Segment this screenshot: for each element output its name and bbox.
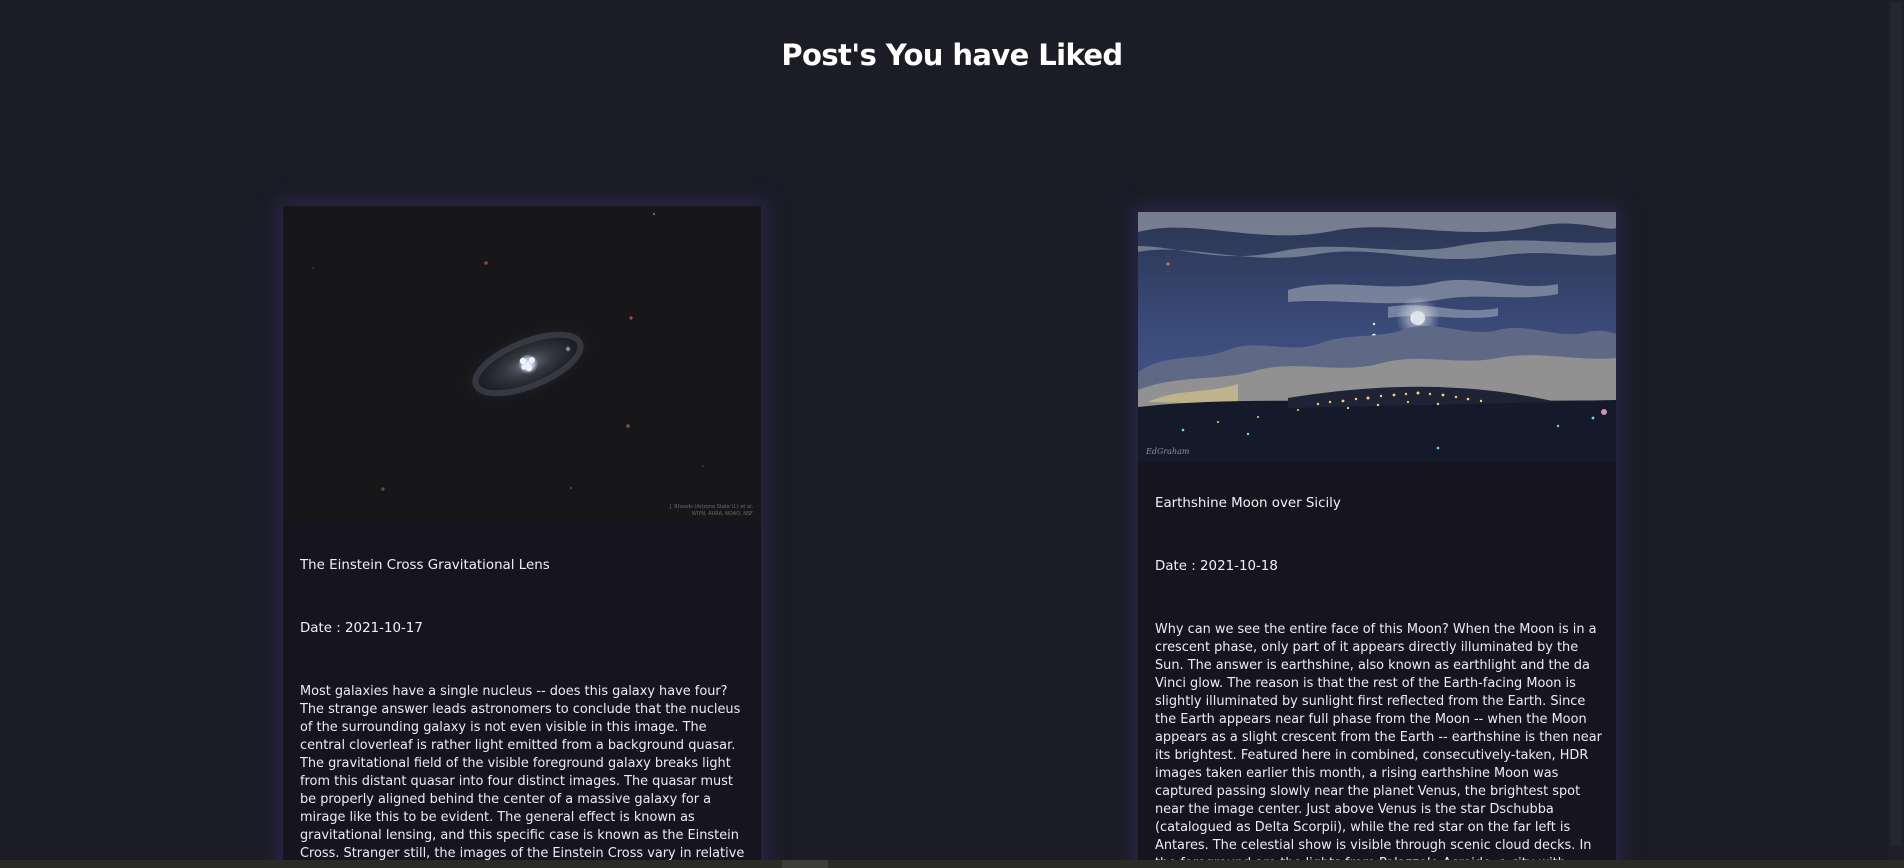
vertical-scrollbar[interactable] (1888, 0, 1904, 860)
post-image-moon-sicily: EdGraham (1138, 212, 1616, 462)
svg-text:J. Rhoads (Arizona State U.) e: J. Rhoads (Arizona State U.) et al. (669, 504, 754, 510)
post-description: Most galaxies have a single nucleus -- d… (300, 684, 745, 868)
post-title: The Einstein Cross Gravitational Lens (300, 558, 550, 573)
liked-post-card: J. Rhoads (Arizona State U.) et al. WIYN… (283, 206, 761, 868)
vertical-scrollbar-thumb[interactable] (1890, 2, 1902, 846)
horizontal-scrollbar-thumb[interactable] (782, 860, 828, 868)
svg-text:WIYN, AURA, NOAO, NSF: WIYN, AURA, NOAO, NSF (692, 511, 753, 517)
liked-post-card: EdGraham Earthshine Moon over Sicily Dat… (1138, 212, 1616, 868)
post-date: Date : 2021-10-18 (1155, 559, 1278, 574)
page-title: Post's You have Liked (781, 38, 1123, 72)
horizontal-scrollbar[interactable] (0, 860, 1904, 868)
post-title: Earthshine Moon over Sicily (1155, 496, 1341, 511)
post-image-galaxy: J. Rhoads (Arizona State U.) et al. WIYN… (283, 206, 761, 523)
post-date: Date : 2021-10-17 (300, 621, 423, 636)
svg-text:EdGraham: EdGraham (1145, 447, 1190, 456)
post-description: Why can we see the entire face of this M… (1155, 622, 1602, 868)
